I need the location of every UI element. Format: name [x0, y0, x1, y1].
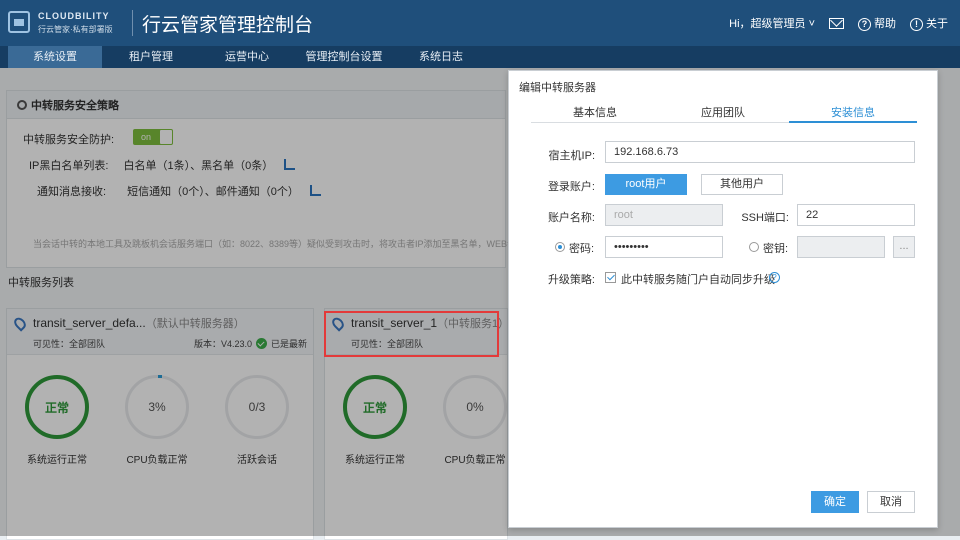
password-label: 密码:	[569, 243, 595, 255]
question-icon: ?	[858, 17, 871, 31]
dialog-title: 编辑中转服务器	[519, 82, 596, 94]
key-input[interactable]	[797, 236, 885, 258]
nav-operations-center[interactable]: 运营中心	[200, 46, 294, 68]
info-icon: !	[910, 17, 923, 31]
selection-highlight	[324, 311, 499, 357]
account-name-input[interactable]	[605, 204, 723, 226]
dialog-tabs: 基本信息 应用团队 安装信息	[531, 99, 917, 123]
host-ip-input[interactable]	[605, 141, 915, 163]
ssh-port-label: SSH端口:	[741, 212, 789, 224]
user-menu[interactable]: Hi，超级管理员 ˅	[729, 15, 815, 31]
confirm-button[interactable]: 确定	[811, 491, 859, 513]
password-input[interactable]: •••••••••	[605, 236, 723, 258]
logo-subtitle: 行云管家·私有部署版	[38, 25, 113, 34]
divider	[132, 10, 133, 36]
user-area: Hi，超级管理员 ˅ ? 帮助 ! 关于	[729, 15, 948, 31]
logo-icon	[8, 11, 30, 33]
edit-server-dialog: 编辑中转服务器 基本信息 应用团队 安装信息 宿主机IP: 登录账户: root…	[508, 70, 938, 528]
upgrade-policy-label: 升级策略:	[547, 274, 595, 286]
other-user-button[interactable]: 其他用户	[701, 174, 783, 195]
help-link[interactable]: ? 帮助	[858, 15, 896, 31]
nav-tenant-management[interactable]: 租户管理	[104, 46, 198, 68]
main-nav: 系统设置 租户管理 运营中心 管理控制台设置 系统日志	[0, 46, 960, 68]
cancel-button[interactable]: 取消	[867, 491, 915, 513]
about-link[interactable]: ! 关于	[910, 15, 948, 31]
account-name-label: 账户名称:	[547, 212, 595, 224]
auto-upgrade-text: 此中转服务随门户自动同步升级	[621, 274, 775, 286]
active-tab-indicator	[789, 121, 917, 123]
auto-upgrade-checkbox[interactable]	[605, 272, 616, 283]
nav-system-logs[interactable]: 系统日志	[394, 46, 488, 68]
ssh-port-input[interactable]	[797, 204, 915, 226]
tab-app-teams[interactable]: 应用团队	[659, 104, 787, 120]
tab-basic-info[interactable]: 基本信息	[531, 104, 659, 120]
nav-console-settings[interactable]: 管理控制台设置	[296, 46, 392, 68]
key-label: 密钥:	[763, 243, 789, 255]
login-account-label: 登录账户:	[547, 181, 595, 193]
key-browse-button[interactable]: ...	[893, 236, 915, 258]
key-radio[interactable]	[749, 242, 759, 252]
logo-name: CLOUDBILITY	[38, 11, 110, 21]
chevron-down-icon: ˅	[805, 18, 815, 30]
help-icon[interactable]: ?	[769, 272, 780, 283]
password-radio[interactable]	[555, 242, 565, 252]
tab-install-info[interactable]: 安装信息	[789, 104, 917, 120]
host-ip-label: 宿主机IP:	[548, 150, 595, 162]
mail-icon[interactable]	[829, 17, 844, 29]
app-title: 行云管家管理控制台	[142, 15, 314, 36]
logo: CLOUDBILITY 行云管家·私有部署版	[8, 7, 133, 39]
root-user-button[interactable]: root用户	[605, 174, 687, 195]
app-header: CLOUDBILITY 行云管家·私有部署版 行云管家管理控制台 Hi，超级管理…	[0, 0, 960, 46]
nav-system-settings[interactable]: 系统设置	[8, 46, 102, 68]
